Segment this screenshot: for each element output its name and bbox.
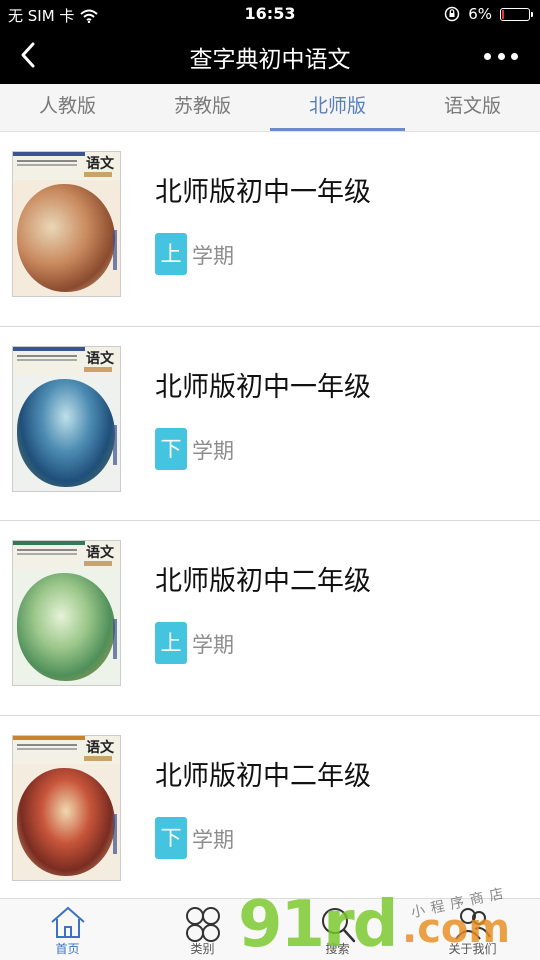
cover-tag <box>84 172 112 177</box>
cover-title: 语文 <box>86 156 114 172</box>
book-list: 语文 北师版初中一年级 上 学期 语文 北师版初中一年级 下 学期 语文 北师版… <box>0 132 540 910</box>
bottom-tab-bar: 首页 类别 搜索 关于我们 <box>0 898 540 960</box>
book-cover-image: 语文 <box>13 152 120 296</box>
more-dot <box>497 52 505 60</box>
cover-painting <box>17 573 115 681</box>
book-cover-image: 语文 <box>13 346 120 491</box>
term-badge: 上 <box>155 622 187 664</box>
cover-stripe <box>13 735 85 740</box>
bottom-tab-label: 首页 <box>55 942 80 956</box>
cover-title: 语文 <box>86 350 114 367</box>
list-item[interactable]: 语文 北师版初中二年级 上 学期 <box>0 521 540 716</box>
term-label: 学期 <box>192 244 234 268</box>
cover-spine <box>113 424 117 465</box>
cover-stripe <box>13 541 85 545</box>
book-cover-image: 语文 <box>13 541 120 685</box>
cover-header: 语文 <box>13 346 120 375</box>
cover-spine <box>113 813 117 854</box>
tab-renjiao[interactable]: 人教版 <box>0 84 135 131</box>
term-label: 学期 <box>192 438 234 463</box>
bottom-tab-category[interactable]: 类别 <box>135 899 270 960</box>
term-label: 学期 <box>192 633 234 657</box>
status-right: 6% <box>444 5 533 23</box>
book-title: 北师版初中二年级 <box>155 566 371 597</box>
nav-bar: 查字典初中语文 <box>0 28 540 84</box>
cover-painting <box>17 378 115 487</box>
category-icon <box>185 907 220 942</box>
cover-title: 语文 <box>86 545 114 561</box>
cover-art <box>13 374 120 491</box>
bottom-tab-home[interactable]: 首页 <box>0 899 135 960</box>
bottom-tab-label: 关于我们 <box>448 942 497 956</box>
cover-spine <box>113 619 117 659</box>
cover-stripe <box>13 346 85 351</box>
bottom-tab-label: 搜索 <box>325 942 350 956</box>
cover-art <box>13 569 120 685</box>
book-title: 北师版初中二年级 <box>155 760 371 792</box>
battery-fill <box>502 9 504 19</box>
book-title: 北师版初中一年级 <box>155 177 371 208</box>
cover-header: 语文 <box>13 541 120 569</box>
cover-painting <box>17 767 115 876</box>
bottom-tab-about[interactable]: 关于我们 <box>405 899 540 960</box>
bottom-tab-label: 类别 <box>190 942 215 956</box>
term-badge: 下 <box>155 427 187 470</box>
home-icon <box>50 906 85 938</box>
page-title: 查字典初中语文 <box>189 47 351 73</box>
cover-header: 语文 <box>13 152 120 180</box>
cover-text-lines <box>17 160 77 166</box>
more-dot <box>484 52 491 60</box>
cover-header: 语文 <box>13 735 120 764</box>
term-label: 学期 <box>192 827 234 852</box>
edition-tabs: 人教版 苏教版 北师版 语文版 <box>0 84 540 132</box>
cover-text-lines <box>17 354 77 361</box>
search-icon <box>321 908 355 943</box>
tab-beishi[interactable]: 北师版 <box>270 84 405 131</box>
cover-art <box>13 763 120 880</box>
book-cover-image: 语文 <box>13 735 120 880</box>
tab-sujiao[interactable]: 苏教版 <box>135 84 270 131</box>
more-options-icon[interactable] <box>484 46 518 66</box>
cover-text-lines <box>17 743 77 750</box>
cover-tag <box>84 755 112 761</box>
list-item[interactable]: 语文 北师版初中一年级 下 学期 <box>0 327 540 521</box>
cover-title: 语文 <box>86 739 114 756</box>
rotation-lock-icon <box>444 6 460 22</box>
cover-text-lines <box>17 549 77 555</box>
term-badge: 上 <box>155 233 187 275</box>
cover-tag <box>84 366 112 372</box>
cover-painting <box>17 184 115 292</box>
term-badge: 下 <box>155 816 187 859</box>
book-title: 北师版初中一年级 <box>155 371 371 403</box>
cover-stripe <box>13 152 85 156</box>
bottom-tab-search[interactable]: 搜索 <box>270 899 405 960</box>
list-item[interactable]: 语文 北师版初中二年级 下 学期 <box>0 716 540 910</box>
cover-tag <box>84 561 112 566</box>
more-dot <box>511 52 518 60</box>
cover-spine <box>113 230 117 270</box>
about-us-icon <box>454 908 491 940</box>
cover-art <box>13 180 120 296</box>
list-item[interactable]: 语文 北师版初中一年级 上 学期 <box>0 132 540 327</box>
battery-percent: 6% <box>468 5 492 23</box>
status-bar: 无 SIM 卡 16:53 6% <box>0 0 540 28</box>
tab-yuwen[interactable]: 语文版 <box>405 84 540 131</box>
battery-icon <box>500 7 533 21</box>
